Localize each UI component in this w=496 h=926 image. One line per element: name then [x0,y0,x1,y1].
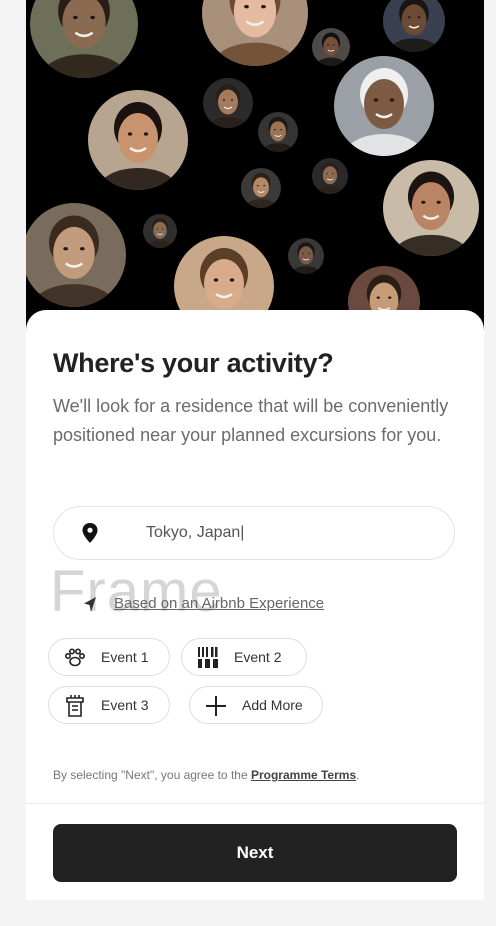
paw-icon [64,648,85,667]
divider [26,803,484,804]
pot-icon [198,647,218,668]
hero-collage [26,0,484,338]
plus-icon [206,696,226,716]
terms-suffix: . [356,768,360,782]
location-input[interactable] [146,522,426,544]
portrait-photo [258,112,298,152]
portrait-photo [312,158,348,194]
event-chip-label: Event 3 [101,697,149,713]
location-search[interactable] [53,506,455,560]
portrait-photo [334,56,434,156]
portrait-photo [383,160,479,256]
location-pin-icon [82,523,98,543]
event-chip-2[interactable]: Event 2 [181,638,307,676]
portrait-photo [26,203,126,307]
event-chip-1[interactable]: Event 1 [48,638,170,676]
portrait-photo [383,0,445,52]
portrait-photo [30,0,138,78]
add-more-label: Add More [242,697,303,713]
portrait-photo [312,28,350,66]
grill-icon [66,695,84,717]
portrait-photo [203,78,253,128]
portrait-photo [143,214,177,248]
next-button[interactable]: Next [53,824,457,882]
page-description: We'll look for a residence that will be … [53,396,449,445]
portrait-photo [88,90,188,190]
event-chip-label: Event 1 [101,649,149,665]
based-on-link[interactable]: Based on an Airbnb Experience [114,595,324,612]
app-screen: Where's your activity? We'll look for a … [26,0,484,900]
programme-terms-link[interactable]: Programme Terms [251,768,356,782]
portrait-photo [288,238,324,274]
navigation-arrow-icon [84,597,96,612]
bottom-sheet: Where's your activity? We'll look for a … [26,310,484,900]
terms-notice: By selecting "Next", you agree to the Pr… [53,768,359,782]
terms-prefix: By selecting "Next", you agree to the [53,768,251,782]
portrait-photo [202,0,308,66]
event-chip-3[interactable]: Event 3 [48,686,170,724]
event-chip-label: Event 2 [234,649,282,665]
page-title: Where's your activity? [53,348,334,378]
add-more-chip[interactable]: Add More [189,686,323,724]
portrait-photo [241,168,281,208]
frame-watermark: Frame [50,559,223,624]
